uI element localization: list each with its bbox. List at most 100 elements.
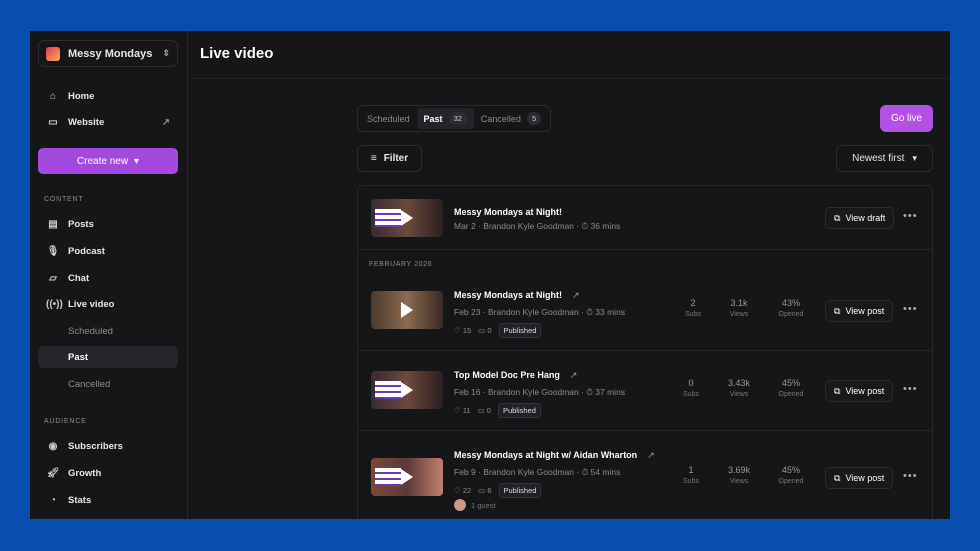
sidebar-item-subscribers[interactable]: ◉ Subscribers <box>38 435 178 457</box>
label: Subscribers <box>68 440 123 452</box>
table-row[interactable]: Messy Mondays at Night w/ Aidan Wharton ↗… <box>358 431 932 519</box>
title-text: Messy Mondays at Night! <box>454 290 563 300</box>
label: Chat <box>68 272 90 284</box>
view-post-button[interactable]: ⧉ View post <box>825 467 894 489</box>
caret-down-icon: ▾ <box>912 153 917 163</box>
caret-down-icon: ▾ <box>134 155 140 167</box>
video-thumbnail[interactable] <box>371 458 443 496</box>
go-live-button[interactable]: Go live <box>880 105 933 132</box>
label: Scheduled <box>367 113 410 124</box>
video-title[interactable]: Messy Mondays at Night w/ Aidan Wharton ↗ <box>454 450 655 461</box>
video-thumbnail[interactable] <box>371 199 443 237</box>
document-icon: ▤ <box>48 218 58 230</box>
more-options-icon[interactable]: ••• <box>903 210 918 222</box>
tab-scheduled[interactable]: Scheduled <box>360 108 417 129</box>
month-header: FEBRUARY 2026 <box>369 261 433 268</box>
browser-icon: ▭ <box>48 116 58 128</box>
label: Home <box>68 90 95 102</box>
publication-switcher[interactable]: Messy Mondays ⇕ <box>38 40 178 67</box>
view-post-button[interactable]: ⧉ View post <box>825 380 894 402</box>
sidebar-item-website[interactable]: ▭ Website ↗ <box>38 111 178 133</box>
stat-views: 3.69k Views <box>727 465 751 485</box>
heart-icon: ♡ 15 <box>454 326 472 335</box>
publication-name: Messy Mondays <box>68 47 153 60</box>
guest-list: 1 guest <box>454 499 496 511</box>
sidebar-item-scheduled[interactable]: Scheduled <box>38 320 178 342</box>
table-row[interactable]: Top Model Doc Pre Hang ↗ Feb 16 · Brandon… <box>358 351 932 431</box>
stat-views: 3.43k Views <box>727 378 751 398</box>
stat-views: 3.1k Views <box>729 298 749 318</box>
video-title[interactable]: Top Model Doc Pre Hang ↗ <box>454 370 577 381</box>
sidebar-item-growth[interactable]: 🚀︎ Growth <box>38 462 178 484</box>
video-thumbnail[interactable] <box>371 371 443 409</box>
tab-past[interactable]: Past 32 <box>416 108 474 129</box>
stat-subs: 0 Subs <box>683 378 699 398</box>
sort-dropdown[interactable]: Newest first ▾ <box>836 145 933 172</box>
label: Create new <box>76 155 129 167</box>
tabs: Scheduled Past 32 Cancelled 5 <box>357 105 552 132</box>
video-meta: Feb 9 · Brandon Kyle Goodman · ⏱ 54 mins <box>454 467 621 477</box>
status-badge: Published <box>498 483 542 498</box>
label: Scheduled <box>68 325 113 337</box>
label: Website <box>68 116 105 128</box>
video-title[interactable]: Messy Mondays at Night! <box>454 207 562 217</box>
video-thumbnail[interactable] <box>371 291 443 329</box>
label: Growth <box>68 467 102 479</box>
status-badge: Published <box>497 403 541 418</box>
more-options-icon[interactable]: ••• <box>903 383 918 395</box>
stat-opened: 43% Opened <box>778 298 804 318</box>
label: View post <box>845 386 885 396</box>
create-new-button[interactable]: Create new ▾ <box>38 148 178 174</box>
tab-cancelled[interactable]: Cancelled 5 <box>474 108 548 129</box>
sidebar-item-stats[interactable]: ◔ Stats <box>38 489 178 511</box>
more-options-icon[interactable]: ••• <box>903 303 918 315</box>
view-post-button[interactable]: ⧉ View post <box>825 300 894 322</box>
video-title[interactable]: Messy Mondays at Night! ↗ <box>454 290 580 301</box>
more-options-icon[interactable]: ••• <box>903 470 918 482</box>
play-icon <box>401 210 413 226</box>
table-row[interactable]: Messy Mondays at Night! ↗ Feb 23 · Brando… <box>358 271 932 351</box>
sidebar-item-posts[interactable]: ▤ Posts <box>38 213 178 235</box>
label: View draft <box>845 213 886 223</box>
external-link-icon: ⧉ <box>834 212 841 223</box>
external-link-icon: ⧉ <box>834 305 841 316</box>
comment-icon: ▭ 6 <box>478 486 492 495</box>
broadcast-icon: ((•)) <box>46 298 63 310</box>
sidebar-item-cancelled[interactable]: Cancelled <box>38 373 178 395</box>
label: Posts <box>68 218 94 230</box>
sidebar: Messy Mondays ⇕ ⌂ Home ▭ Website ↗ Create ne… <box>30 31 188 519</box>
sidebar-item-chat[interactable]: ▱ Chat <box>38 267 178 289</box>
external-link-icon: ↗ <box>569 370 578 380</box>
count-badge: 32 <box>448 112 467 125</box>
guest-count: 1 guest <box>471 500 496 510</box>
app-window: Messy Mondays ⇕ ⌂ Home ▭ Website ↗ Create ne… <box>30 31 950 519</box>
view-draft-button[interactable]: ⧉ View draft <box>825 207 895 229</box>
label: Filter <box>383 153 409 164</box>
section-content: CONTENT <box>44 196 84 203</box>
avatar <box>454 499 466 511</box>
home-icon: ⌂ <box>49 90 57 102</box>
draft-row[interactable]: Messy Mondays at Night! Mar 2 · Brandon … <box>358 186 932 250</box>
count-badge: 5 <box>526 112 542 125</box>
external-link-icon: ↗ <box>647 450 655 460</box>
sidebar-item-podcast[interactable]: 🎙︎ Podcast <box>38 240 178 262</box>
stat-opened: 45% Opened <box>778 378 804 398</box>
label: Newest first <box>852 153 905 164</box>
sidebar-item-past[interactable]: Past <box>38 346 178 368</box>
sidebar-item-live-video[interactable]: ((•)) Live video <box>38 293 178 315</box>
comment-icon: ▭ 0 <box>477 406 491 415</box>
publication-logo <box>46 46 60 61</box>
label: Cancelled <box>68 378 111 390</box>
filter-button[interactable]: ≡ Filter <box>357 145 422 172</box>
video-meta: Mar 2 · Brandon Kyle Goodman · ⏱ 36 mins <box>454 221 621 231</box>
engagement: ♡ 22 ▭ 6 Published <box>454 483 542 498</box>
video-meta: Feb 23 · Brandon Kyle Goodman · ⏱ 33 min… <box>454 307 626 317</box>
filter-icon: ≡ <box>370 153 377 164</box>
play-icon <box>401 302 413 318</box>
label: Past <box>423 113 443 124</box>
sidebar-item-home[interactable]: ⌂ Home <box>38 85 178 107</box>
stat-opened: 45% Opened <box>778 465 804 485</box>
play-icon <box>401 382 413 398</box>
pie-chart-icon: ◔ <box>49 494 57 506</box>
status-badge: Published <box>498 323 542 338</box>
